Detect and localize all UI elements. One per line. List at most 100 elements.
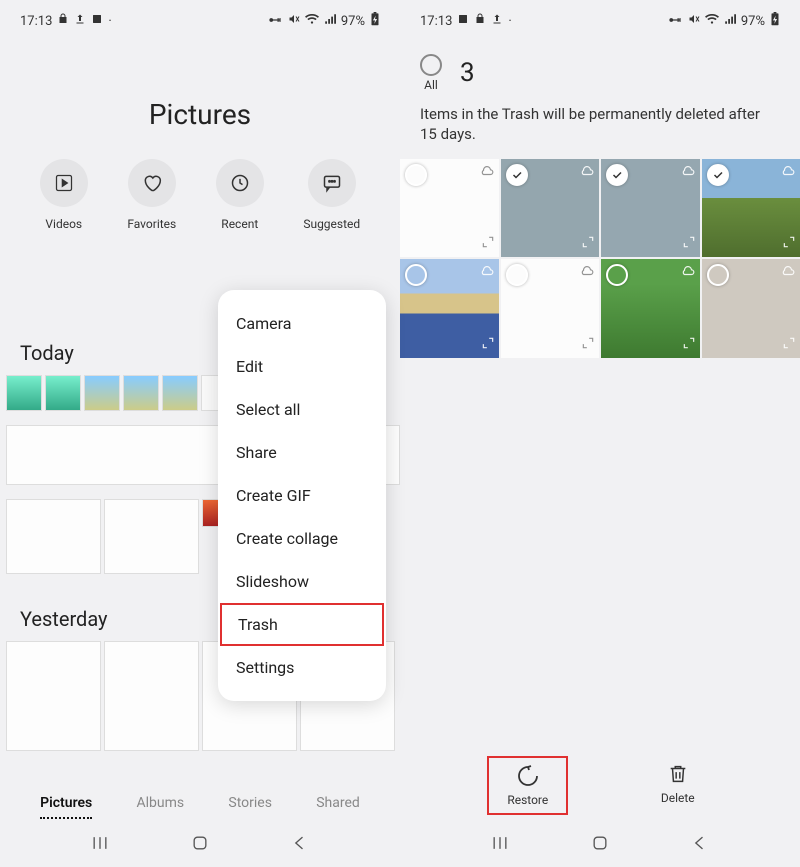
tab-albums[interactable]: Albums: [137, 789, 185, 819]
check-icon: [707, 264, 729, 286]
check-icon: [606, 164, 628, 186]
battery-icon: [370, 12, 380, 30]
menu-create-gif[interactable]: Create GIF: [218, 474, 386, 517]
select-all-toggle[interactable]: All: [420, 54, 442, 92]
status-bar: 17:13 · 97%: [400, 0, 800, 36]
check-icon: [405, 264, 427, 286]
trash-item[interactable]: [400, 259, 499, 358]
trash-item[interactable]: [400, 159, 499, 258]
tab-shared[interactable]: Shared: [316, 789, 360, 819]
circle-icon: [420, 54, 442, 76]
restore-icon: [516, 764, 540, 788]
trash-item[interactable]: [601, 159, 700, 258]
expand-icon: [782, 335, 796, 354]
wifi-icon: [305, 13, 319, 29]
selection-count: 3: [460, 58, 475, 88]
lock-icon: [57, 13, 69, 29]
status-time: 17:13: [20, 14, 52, 29]
category-videos[interactable]: Videos: [40, 159, 88, 231]
menu-trash[interactable]: Trash: [220, 603, 384, 646]
menu-select-all[interactable]: Select all: [218, 388, 386, 431]
expand-icon: [581, 234, 595, 253]
check-icon: [707, 164, 729, 186]
cloud-icon: [680, 263, 696, 282]
trash-item[interactable]: [702, 159, 800, 258]
category-row: Videos Favorites Recent Suggested: [0, 159, 400, 231]
delete-button[interactable]: Delete: [643, 756, 713, 815]
action-bar: Restore Delete: [400, 756, 800, 815]
mute-icon: [288, 13, 300, 29]
battery-percent: 97%: [341, 14, 365, 29]
mute-icon: [688, 13, 700, 29]
tab-stories[interactable]: Stories: [228, 789, 272, 819]
image-icon: [91, 13, 103, 29]
expand-icon: [481, 234, 495, 253]
upload-icon: [491, 13, 503, 29]
tab-pictures[interactable]: Pictures: [40, 789, 92, 819]
cloud-icon: [479, 263, 495, 282]
battery-percent: 97%: [741, 14, 765, 29]
recents-nav-icon[interactable]: [90, 833, 110, 857]
image-icon: [457, 13, 469, 29]
check-icon: [506, 264, 528, 286]
trash-item[interactable]: [501, 259, 600, 358]
category-label: Videos: [45, 217, 82, 231]
back-nav-icon[interactable]: [690, 833, 710, 857]
home-nav-icon[interactable]: [190, 833, 210, 857]
menu-camera[interactable]: Camera: [218, 302, 386, 345]
category-recent[interactable]: Recent: [216, 159, 264, 231]
trash-icon: [667, 762, 689, 786]
menu-edit[interactable]: Edit: [218, 345, 386, 388]
signal-icon: [324, 13, 336, 29]
lock-icon: [474, 13, 486, 29]
cloud-icon: [479, 163, 495, 182]
expand-icon: [682, 335, 696, 354]
restore-label: Restore: [507, 793, 548, 807]
menu-share[interactable]: Share: [218, 431, 386, 474]
check-icon: [506, 164, 528, 186]
phone-right-trash: 17:13 · 97%: [400, 0, 800, 867]
expand-icon: [481, 335, 495, 354]
nav-bar: [0, 833, 400, 857]
check-icon: [405, 164, 427, 186]
menu-settings[interactable]: Settings: [218, 646, 386, 689]
message-icon: [322, 173, 342, 193]
upload-icon: [74, 13, 86, 29]
status-bar: 17:13 · 97%: [0, 0, 400, 36]
cloud-icon: [780, 163, 796, 182]
expand-icon: [581, 335, 595, 354]
page-title: Pictures: [0, 98, 400, 131]
delete-label: Delete: [661, 791, 695, 805]
category-suggested[interactable]: Suggested: [303, 159, 360, 231]
back-nav-icon[interactable]: [290, 833, 310, 857]
play-icon: [54, 173, 74, 193]
trash-info-message: Items in the Trash will be permanently d…: [400, 98, 800, 159]
cloud-icon: [780, 263, 796, 282]
expand-icon: [682, 234, 696, 253]
vpn-icon: [667, 14, 683, 29]
cloud-icon: [579, 163, 595, 182]
clock-icon: [230, 173, 250, 193]
check-icon: [606, 264, 628, 286]
menu-slideshow[interactable]: Slideshow: [218, 560, 386, 603]
trash-item[interactable]: [501, 159, 600, 258]
phone-left-pictures: 17:13 · 97%: [0, 0, 400, 867]
trash-item[interactable]: [601, 259, 700, 358]
trash-item[interactable]: [702, 259, 800, 358]
trash-grid: [400, 159, 800, 358]
menu-create-collage[interactable]: Create collage: [218, 517, 386, 560]
signal-icon: [724, 13, 736, 29]
select-all-label: All: [424, 78, 438, 92]
selection-header: All 3: [400, 42, 800, 98]
category-label: Recent: [221, 217, 258, 231]
cloud-icon: [680, 163, 696, 182]
expand-icon: [782, 234, 796, 253]
restore-button[interactable]: Restore: [487, 756, 568, 815]
category-favorites[interactable]: Favorites: [127, 159, 176, 231]
battery-icon: [770, 12, 780, 30]
status-time: 17:13: [420, 14, 452, 29]
home-nav-icon[interactable]: [590, 833, 610, 857]
recents-nav-icon[interactable]: [490, 833, 510, 857]
nav-bar: [400, 833, 800, 857]
bottom-tabs: Pictures Albums Stories Shared: [0, 789, 400, 819]
